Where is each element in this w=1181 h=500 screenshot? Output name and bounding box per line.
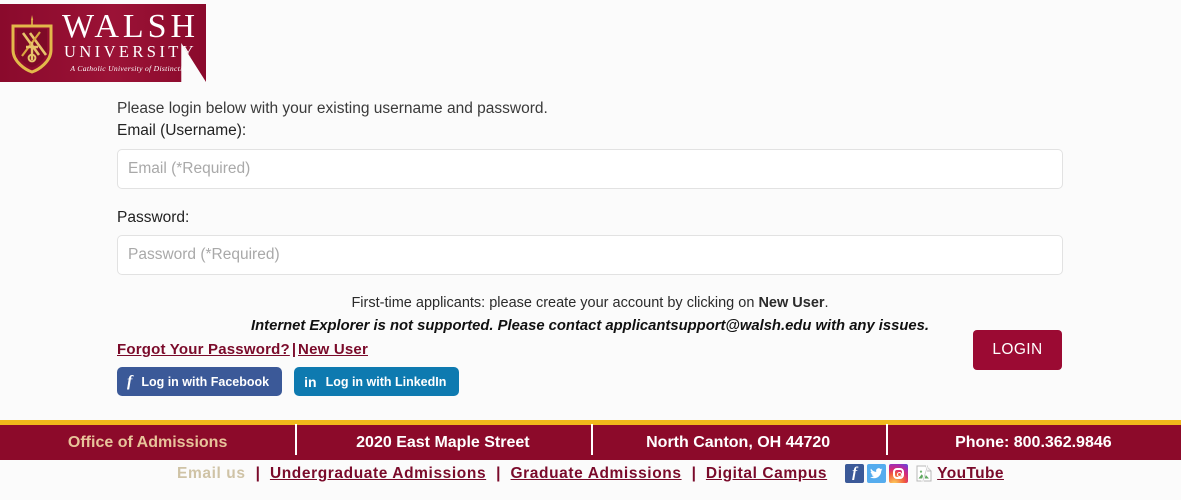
new-user-link[interactable]: New User [298,341,368,358]
youtube-link[interactable]: YouTube [937,465,1004,483]
logo-wordmark: WALSH UNIVERSITY A Catholic University o… [62,7,200,74]
login-button[interactable]: LOGIN [973,330,1062,370]
email-input[interactable] [117,148,1063,189]
bottom-separator-2: | [496,464,501,482]
note-text-before: First-time applicants: please create you… [351,295,759,312]
links-separator: | [291,341,297,358]
digital-campus-link[interactable]: Digital Campus [706,465,827,483]
forgot-password-link[interactable]: Forgot Your Password? [117,341,290,358]
graduate-admissions-link[interactable]: Graduate Admissions [511,465,682,483]
social-login-buttons: f Log in with Facebook in Log in with Li… [117,367,460,396]
bottom-separator-1: | [255,464,260,482]
password-label: Password: [117,208,190,226]
login-form: Please login below with your existing us… [117,98,1063,337]
password-input[interactable] [117,235,1063,276]
walsh-university-logo-banner: WALSH UNIVERSITY A Catholic University o… [0,4,206,82]
note-new-user-emphasis: New User [758,295,825,312]
note-text-after: . [824,295,829,312]
facebook-login-button[interactable]: f Log in with Facebook [117,367,283,396]
facebook-login-label: Log in with Facebook [141,374,270,389]
logo-tagline: A Catholic University of Distinction [70,64,191,74]
youtube-broken-image-icon [916,465,933,482]
undergraduate-admissions-link[interactable]: Undergraduate Admissions [270,465,486,483]
linkedin-icon: in [304,373,317,390]
bottom-separator-3: | [691,464,696,482]
instagram-icon[interactable] [889,464,909,483]
footer-street-address: 2020 East Maple Street [295,423,590,455]
first-time-applicants-note: First-time applicants: please create you… [117,293,1063,315]
footer-city-state-zip: North Canton, OH 44720 [590,423,886,455]
auth-links: Forgot Your Password? | New User [117,341,368,358]
email-us-link[interactable]: Email us [177,465,246,483]
email-label: Email (Username): [117,122,247,140]
footer-office-of-admissions: Office of Admissions [67,433,228,451]
facebook-icon: f [127,372,133,390]
linkedin-login-button[interactable]: in Log in with LinkedIn [294,367,460,396]
linkedin-login-label: Log in with LinkedIn [325,374,447,389]
facebook-icon[interactable]: f [845,464,865,483]
browser-support-note: Internet Explorer is not supported. Plea… [251,318,929,335]
footer-phone: Phone: 800.362.9846 [885,423,1181,455]
logo-name-line2: UNIVERSITY [64,42,198,62]
logo-name-line1: WALSH [62,7,200,45]
twitter-icon[interactable] [867,464,887,483]
footer-contact-bar: Office of Admissions 2020 East Maple Str… [0,420,1181,460]
footer-links-row: Email us | Undergraduate Admissions | Gr… [0,464,1181,483]
social-media-icons: f YouTube [845,464,1004,483]
helper-notes: First-time applicants: please create you… [117,293,1063,337]
login-intro-text: Please login below with your existing us… [117,100,548,117]
walsh-crest-icon [6,12,58,74]
